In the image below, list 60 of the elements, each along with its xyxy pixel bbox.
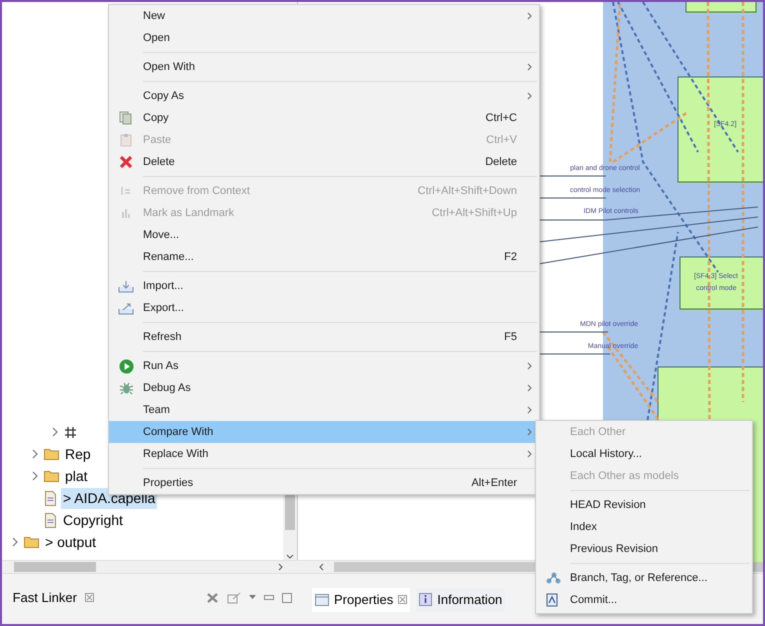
export-icon <box>118 302 134 314</box>
commit-icon <box>546 593 560 607</box>
branch-icon <box>546 571 560 585</box>
menu-item[interactable]: Local History... <box>536 443 752 465</box>
menu-item[interactable]: Export... <box>109 297 539 319</box>
import-icon <box>118 280 134 292</box>
grid-icon <box>64 426 77 438</box>
window-icon <box>315 594 329 606</box>
menu-item[interactable]: Debug As <box>109 377 539 399</box>
menu-item[interactable]: Replace With <box>109 443 539 465</box>
menu-item[interactable]: Index <box>536 516 752 538</box>
panel-tab[interactable]: Properties <box>312 588 410 612</box>
run-icon <box>118 358 134 374</box>
faint-tool-icon <box>119 184 133 198</box>
delete-icon <box>119 155 133 169</box>
chevron-icon[interactable] <box>11 537 19 547</box>
menu-item[interactable]: HEAD Revision <box>536 494 752 516</box>
menu-item[interactable]: Team <box>109 399 539 421</box>
menu-item[interactable]: Previous Revision <box>536 538 752 560</box>
close-icon[interactable] <box>398 595 408 604</box>
menu-item[interactable]: Refresh F5 <box>109 326 539 348</box>
menu-item[interactable]: Move... <box>109 224 539 246</box>
menu-item[interactable]: New <box>109 5 539 27</box>
copy-icon <box>119 111 133 125</box>
menu-item[interactable]: Rename... F2 <box>109 246 539 268</box>
clipboard-icon <box>119 133 133 147</box>
tree-item[interactable]: Rep <box>63 444 93 464</box>
menu-item[interactable]: Run As <box>109 355 539 377</box>
menu-item[interactable]: Copy Ctrl+C <box>109 107 539 129</box>
folder-icon <box>44 470 59 482</box>
chevron-icon[interactable] <box>31 471 39 481</box>
menu-item[interactable]: Delete Delete <box>109 151 539 173</box>
folder-icon <box>24 536 39 548</box>
minimize-icon[interactable] <box>264 594 274 601</box>
fast-linker-tab[interactable]: Fast Linker <box>2 588 94 608</box>
bug-icon <box>118 380 134 396</box>
menu-item[interactable]: Copy As <box>109 85 539 107</box>
menu-item[interactable]: Branch, Tag, or Reference... <box>536 567 752 589</box>
tools-icon[interactable] <box>206 592 219 604</box>
tree-item[interactable]: > output <box>43 532 98 552</box>
info-icon <box>419 593 432 606</box>
scroll-right-icon[interactable] <box>278 563 284 571</box>
chevron-icon[interactable] <box>51 427 59 437</box>
maximize-icon[interactable] <box>282 592 292 603</box>
close-icon[interactable] <box>84 593 94 602</box>
menu-item[interactable]: Open With <box>109 56 539 78</box>
menu-item[interactable]: Commit... <box>536 589 752 611</box>
scroll-left-icon[interactable] <box>318 563 324 571</box>
menu-item[interactable]: Import... <box>109 275 539 297</box>
folder-icon <box>44 448 59 460</box>
panel-tab[interactable]: Information <box>416 588 506 612</box>
link-icon[interactable] <box>227 592 241 604</box>
tree-item[interactable]: plat <box>63 466 90 486</box>
menu-item[interactable]: Open <box>109 27 539 49</box>
chevron-icon[interactable] <box>31 449 39 459</box>
tree-item[interactable]: Copyright <box>61 510 125 530</box>
file-icon <box>44 490 57 506</box>
dropdown-icon[interactable] <box>249 595 256 600</box>
file-icon <box>44 512 57 528</box>
scroll-down-icon[interactable] <box>286 554 294 560</box>
